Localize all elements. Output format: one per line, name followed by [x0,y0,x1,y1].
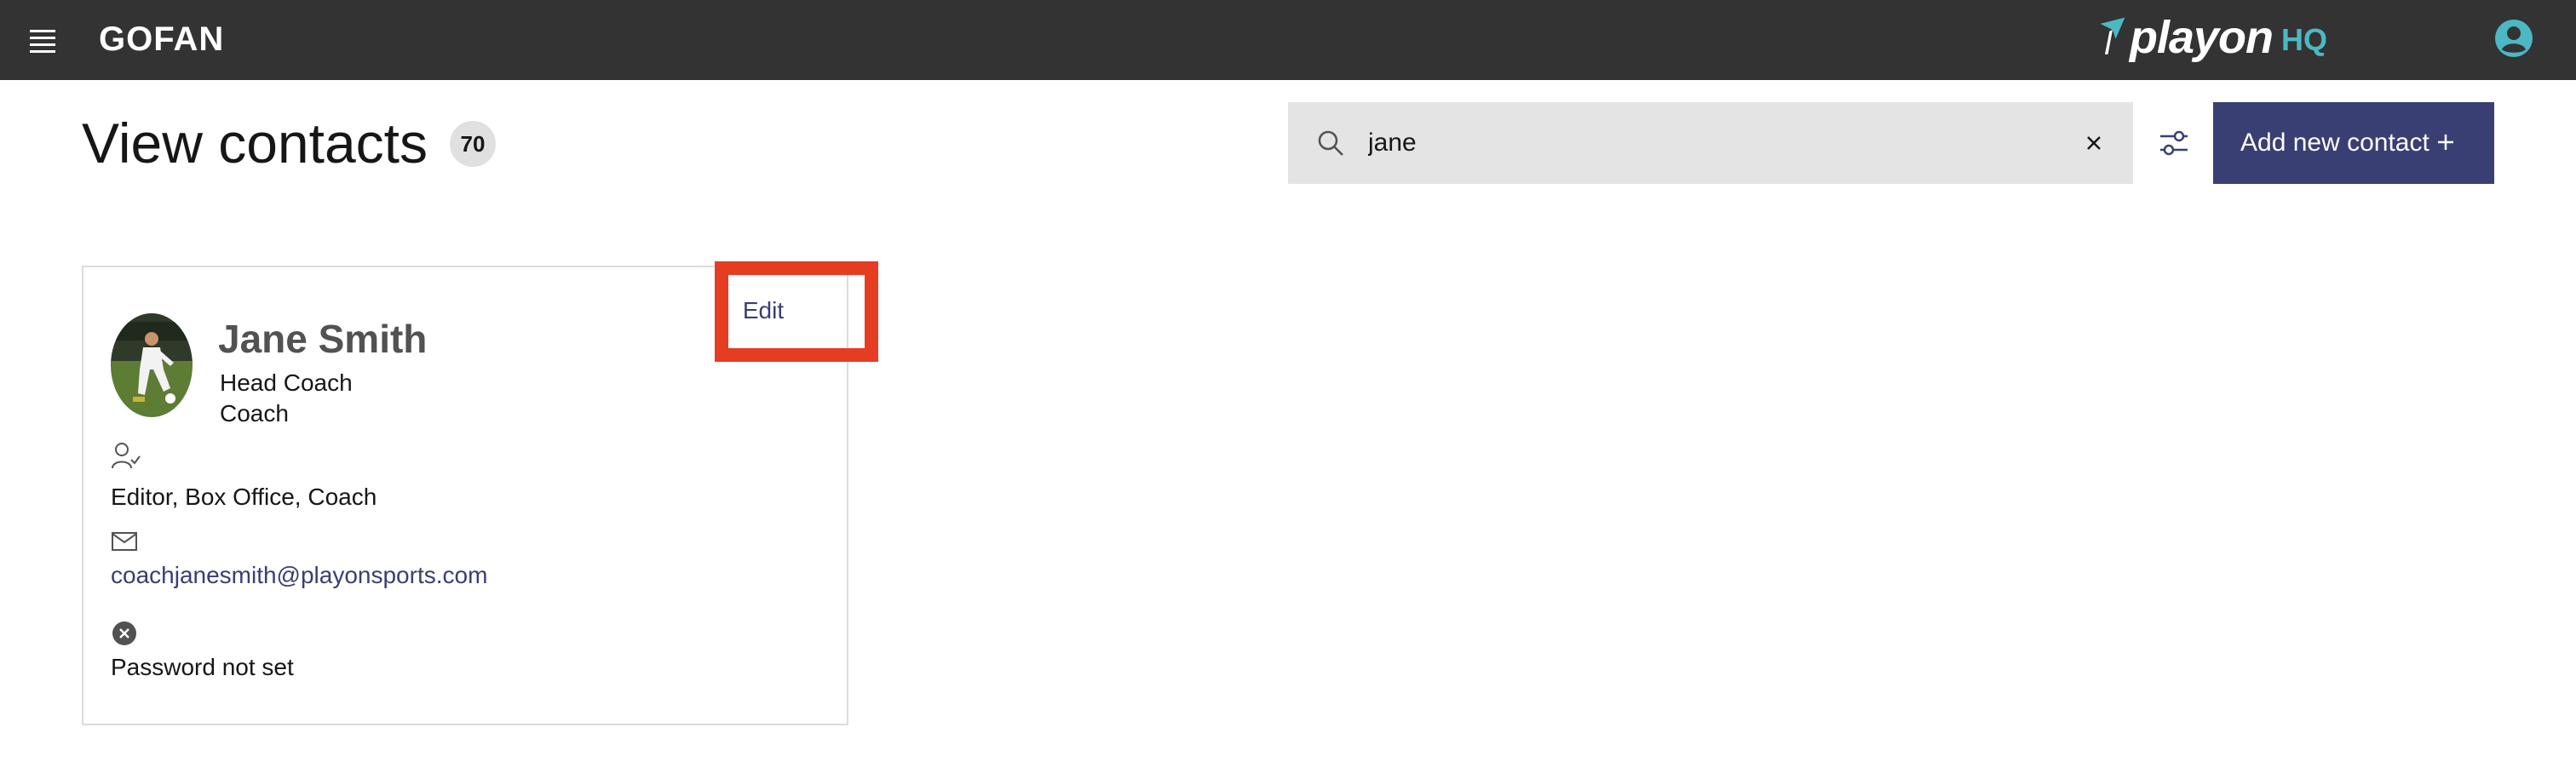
playon-logo-word: playon [2129,12,2274,63]
contact-title: Head Coach [220,369,353,396]
contact-name: Jane Smith [218,317,428,361]
avatar [111,313,193,417]
contact-count-badge: 70 [450,121,496,167]
add-new-contact-label: Add new contact [2240,129,2429,157]
contact-email-link[interactable]: coachjanesmith@playonsports.com [111,560,487,591]
close-icon[interactable] [2079,128,2109,158]
add-new-contact-button[interactable]: Add new contact [2213,102,2494,184]
search-input[interactable] [1368,117,2050,169]
brand-name[interactable]: GOFAN [99,15,224,63]
playon-hq-logo: playon HQ [2097,9,2327,66]
playon-logo-suffix: HQ [2281,22,2327,57]
page-title: View contacts [82,112,428,175]
password-not-set-icon [112,621,136,645]
search-bar [1288,102,2133,184]
plus-icon [2438,135,2453,150]
password-status: Password not set [111,654,294,680]
playon-swoosh-icon [2100,17,2125,54]
sliders-filter-icon[interactable] [2153,121,2194,165]
edit-button[interactable]: Edit [721,289,806,332]
contact-card: Jane Smith Head Coach Coach Edit Editor,… [82,261,878,725]
hamburger-menu-icon[interactable] [22,24,63,58]
contact-permissions: Editor, Box Office, Coach [111,484,377,510]
top-navigation-bar: GOFAN playon HQ [0,0,2576,80]
user-permissions-icon [112,443,141,469]
user-account-icon[interactable] [2494,19,2533,58]
search-icon [1318,130,1343,156]
contact-role: Coach [220,400,289,427]
email-icon [112,532,137,551]
